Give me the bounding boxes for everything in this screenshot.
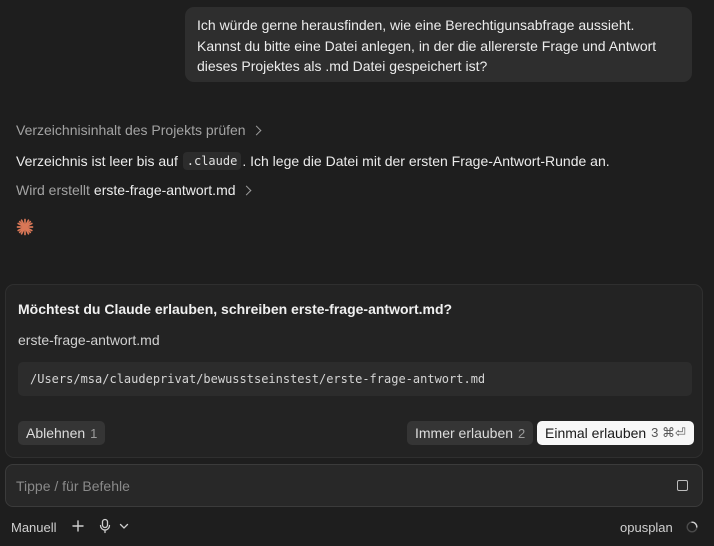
footer-toolbar: Manuell opusplan — [0, 515, 714, 539]
chevron-right-icon — [251, 125, 262, 136]
step-check-directory-label: Verzeichnisinhalt des Projekts prüfen — [16, 122, 246, 138]
step-creating-filename: erste-frage-antwort.md — [93, 182, 236, 198]
stop-icon[interactable] — [677, 480, 688, 491]
assistant-message: Verzeichnis ist leer bis auf .claude . I… — [16, 152, 610, 170]
allow-once-label: Einmal erlauben — [545, 425, 647, 441]
plus-icon[interactable] — [71, 519, 85, 533]
user-message-text: Ich würde gerne herausfinden, wie eine B… — [197, 17, 657, 74]
chevron-down-icon[interactable] — [118, 520, 130, 532]
allow-once-shortcut: 3 ⌘⏎ — [651, 425, 686, 440]
step-check-directory[interactable]: Verzeichnisinhalt des Projekts prüfen — [16, 122, 262, 138]
spinner-icon — [686, 521, 698, 533]
model-selector[interactable]: opusplan — [620, 520, 673, 535]
mode-selector[interactable]: Manuell — [11, 520, 57, 535]
assistant-text-after: . Ich lege die Datei mit der ersten Frag… — [242, 153, 610, 169]
always-allow-label: Immer erlauben — [415, 425, 514, 441]
microphone-icon[interactable] — [98, 518, 112, 534]
deny-button[interactable]: Ablehnen 1 — [18, 421, 106, 445]
deny-button-label: Ablehnen — [26, 425, 86, 441]
permission-title: Möchtest du Claude erlauben, schreiben e… — [18, 301, 453, 317]
always-allow-button[interactable]: Immer erlauben 2 — [407, 421, 534, 445]
step-creating-file[interactable]: Wird erstellt erste-frage-antwort.md — [16, 182, 251, 198]
chevron-right-icon — [241, 185, 251, 196]
deny-shortcut: 1 — [90, 425, 98, 441]
allow-once-button[interactable]: Einmal erlauben 3 ⌘⏎ — [537, 421, 694, 445]
permission-file-name: erste-frage-antwort.md — [18, 332, 160, 348]
always-allow-shortcut: 2 — [518, 425, 526, 441]
chat-window: Ich würde gerne herausfinden, wie eine B… — [0, 0, 714, 546]
inline-code: .claude — [182, 152, 242, 170]
claude-spark-icon — [16, 218, 34, 236]
assistant-text-before: Verzeichnis ist leer bis auf — [16, 153, 182, 169]
step-creating-prefix: Wird erstellt — [16, 182, 90, 198]
user-message: Ich würde gerne herausfinden, wie eine B… — [185, 7, 692, 82]
message-input[interactable] — [16, 476, 656, 496]
permission-file-path: /Users/msa/claudeprivat/bewusstseinstest… — [18, 362, 692, 396]
composer — [5, 464, 703, 507]
permission-dialog: Möchtest du Claude erlauben, schreiben e… — [5, 284, 703, 458]
